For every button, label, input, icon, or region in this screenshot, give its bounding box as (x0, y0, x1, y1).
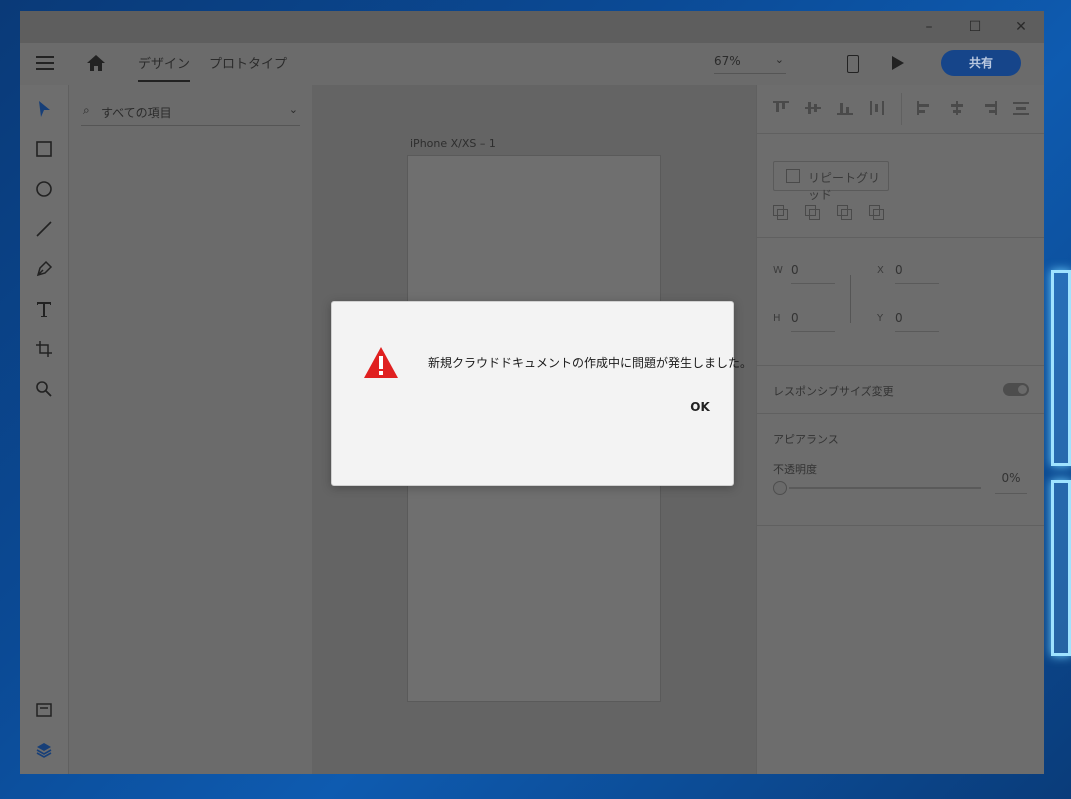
section-divider (757, 525, 1044, 526)
width-value[interactable]: 0 (791, 263, 835, 284)
artboard-label[interactable]: iPhone X/XS – 1 (410, 137, 496, 150)
warning-icon (364, 347, 398, 378)
slider-knob[interactable] (773, 481, 787, 495)
layers-icon[interactable] (34, 740, 54, 760)
layers-search[interactable]: ⌕ すべての項目 ⌄ (81, 101, 300, 126)
appearance-label: アピアランス (773, 433, 839, 446)
width-label: W (773, 265, 783, 276)
zoom-select[interactable]: 67% ⌄ (714, 53, 786, 74)
zoom-value: 67% (714, 54, 741, 68)
align-bottom-icon[interactable] (837, 101, 853, 115)
repeat-grid-label: リピートグリッド (808, 171, 881, 202)
height-value[interactable]: 0 (791, 311, 835, 332)
tab-design[interactable]: デザイン (138, 53, 191, 82)
desktop-window-pane (1051, 480, 1071, 656)
section-divider (757, 413, 1044, 414)
share-button[interactable]: 共有 (941, 50, 1021, 76)
responsive-resize-toggle[interactable] (1003, 383, 1029, 396)
layers-search-label: すべての項目 (101, 106, 172, 120)
pen-icon[interactable] (34, 259, 54, 279)
y-value[interactable]: 0 (895, 311, 939, 332)
align-middle-icon[interactable] (805, 101, 821, 115)
align-right-icon[interactable] (981, 101, 997, 115)
x-value[interactable]: 0 (895, 263, 939, 284)
line-icon[interactable] (34, 219, 54, 239)
tools-sidebar (20, 85, 69, 774)
minimize-button[interactable]: – (906, 11, 952, 43)
assets-icon[interactable] (34, 700, 54, 720)
select-icon[interactable] (34, 99, 54, 119)
distribute-vertical-icon[interactable] (1013, 101, 1029, 115)
maximize-button[interactable]: ☐ (952, 11, 998, 43)
boolean-subtract-icon[interactable] (805, 205, 820, 220)
height-label: H (773, 313, 781, 324)
section-divider (757, 237, 1044, 238)
section-divider (757, 365, 1044, 366)
ellipse-icon[interactable] (34, 179, 54, 199)
property-inspector: リピートグリッド W 0 X 0 H 0 Y 0 レスポンシブサイズ変更 アピア… (756, 85, 1044, 774)
error-dialog: 新規クラウドドキュメントの作成中に問題が発生しました。 OK (331, 301, 752, 486)
dialog-message: 新規クラウドドキュメントの作成中に問題が発生しました。 (428, 356, 753, 370)
distribute-horizontal-icon[interactable] (869, 101, 885, 115)
opacity-label: 不透明度 (773, 463, 817, 476)
rectangle-icon[interactable] (34, 139, 54, 159)
close-button[interactable]: ✕ (998, 11, 1044, 43)
align-left-icon[interactable] (917, 101, 933, 115)
home-icon[interactable] (86, 53, 106, 73)
align-top-icon[interactable] (773, 101, 789, 115)
layers-panel: ⌕ すべての項目 ⌄ (69, 85, 312, 774)
menu-icon[interactable] (36, 56, 54, 70)
play-icon[interactable] (892, 56, 904, 70)
align-center-icon[interactable] (949, 101, 965, 115)
opacity-slider[interactable] (773, 481, 981, 495)
device-preview-icon[interactable] (847, 55, 859, 73)
ok-button[interactable]: OK (680, 397, 720, 417)
grid-icon (786, 169, 800, 183)
align-toolbar (757, 85, 1044, 134)
toolbar-divider (901, 93, 902, 125)
search-icon: ⌕ (83, 103, 90, 117)
desktop-background-glow (1051, 270, 1071, 670)
desktop-window-pane (1051, 270, 1071, 466)
tab-prototype[interactable]: プロトタイプ (209, 53, 287, 72)
lock-aspect-icon[interactable] (850, 275, 851, 323)
artboard-icon[interactable] (34, 339, 54, 359)
chevron-down-icon: ⌄ (774, 53, 784, 66)
boolean-add-icon[interactable] (773, 205, 788, 220)
slider-track (789, 487, 981, 489)
opacity-value[interactable]: 0% (995, 471, 1027, 494)
x-label: X (877, 265, 884, 276)
repeat-grid-button[interactable]: リピートグリッド (773, 161, 889, 202)
chevron-down-icon[interactable]: ⌄ (289, 103, 298, 116)
y-label: Y (877, 313, 884, 324)
title-bar: – ☐ ✕ (20, 11, 1044, 43)
responsive-resize-label: レスポンシブサイズ変更 (773, 385, 894, 398)
zoom-icon[interactable] (34, 379, 54, 399)
text-icon[interactable] (34, 299, 54, 319)
boolean-intersect-icon[interactable] (837, 205, 852, 220)
boolean-exclude-icon[interactable] (869, 205, 884, 220)
app-toolbar: デザイン プロトタイプ 67% ⌄ 共有 (20, 43, 1044, 85)
